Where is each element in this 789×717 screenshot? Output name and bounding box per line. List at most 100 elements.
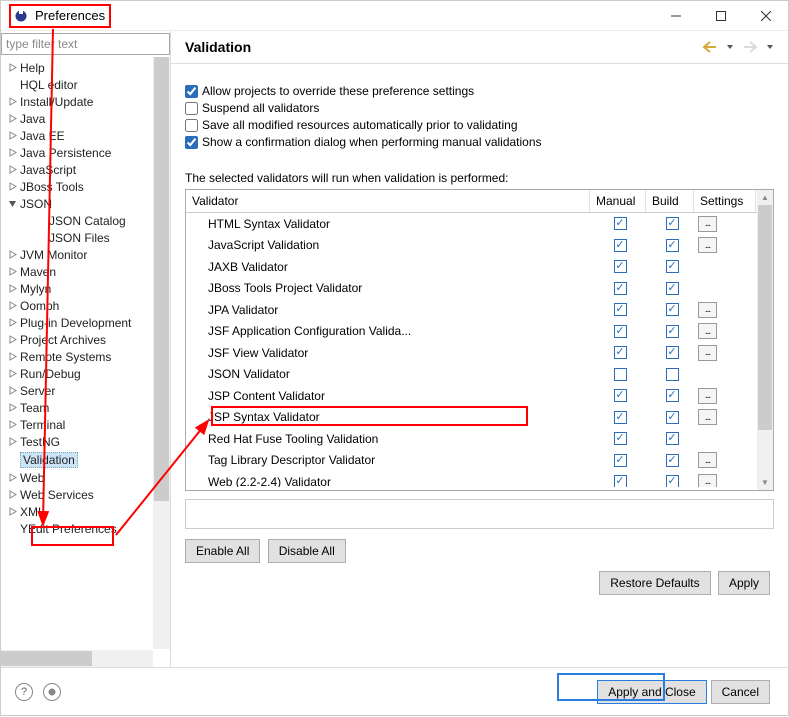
import-export-icon[interactable] <box>43 683 61 701</box>
manual-checkbox[interactable] <box>614 432 627 445</box>
sidebar-hscroll[interactable] <box>1 650 153 667</box>
chevron-right-icon[interactable] <box>6 472 18 484</box>
table-row[interactable]: JAXB Validator <box>186 256 773 278</box>
manual-checkbox[interactable] <box>614 454 627 467</box>
manual-checkbox[interactable] <box>614 260 627 273</box>
back-dropdown-icon[interactable] <box>722 39 738 55</box>
cancel-button[interactable]: Cancel <box>711 680 770 704</box>
tree-item[interactable]: Oomph <box>5 297 170 314</box>
build-checkbox[interactable] <box>666 454 679 467</box>
settings-button[interactable]: ... <box>698 323 717 339</box>
chevron-right-icon[interactable] <box>6 79 18 91</box>
chevron-right-icon[interactable] <box>6 385 18 397</box>
tree-item[interactable]: Java EE <box>5 127 170 144</box>
col-header-settings[interactable]: Settings <box>694 190 756 212</box>
tree-item[interactable]: Plug-in Development <box>5 314 170 331</box>
col-header-manual[interactable]: Manual <box>590 190 646 212</box>
chevron-right-icon[interactable] <box>6 113 18 125</box>
build-checkbox[interactable] <box>666 260 679 273</box>
tree-item[interactable]: Java Persistence <box>5 144 170 161</box>
build-checkbox[interactable] <box>666 325 679 338</box>
minimize-button[interactable] <box>653 2 698 30</box>
table-row[interactable]: JSON Validator <box>186 364 773 386</box>
manual-checkbox[interactable] <box>614 368 627 381</box>
settings-button[interactable]: ... <box>698 409 717 425</box>
build-checkbox[interactable] <box>666 411 679 424</box>
chevron-right-icon[interactable] <box>6 489 18 501</box>
settings-button[interactable]: ... <box>698 216 717 232</box>
forward-dropdown-icon[interactable] <box>762 39 778 55</box>
apply-and-close-button[interactable]: Apply and Close <box>597 680 706 704</box>
help-icon[interactable]: ? <box>15 683 33 701</box>
chevron-right-icon[interactable] <box>6 181 18 193</box>
tree-item[interactable]: Server <box>5 382 170 399</box>
tree-item[interactable]: JVM Monitor <box>5 246 170 263</box>
table-row[interactable]: JSP Content Validator... <box>186 385 773 407</box>
tree-item[interactable]: Web <box>5 469 170 486</box>
build-checkbox[interactable] <box>666 303 679 316</box>
apply-button[interactable]: Apply <box>718 571 770 595</box>
back-icon[interactable] <box>702 39 718 55</box>
chevron-right-icon[interactable] <box>6 419 18 431</box>
settings-button[interactable]: ... <box>698 345 717 361</box>
chevron-right-icon[interactable] <box>6 317 18 329</box>
enable-all-button[interactable]: Enable All <box>185 539 260 563</box>
settings-button[interactable]: ... <box>698 302 717 318</box>
chevron-right-icon[interactable] <box>6 249 18 261</box>
tree-item[interactable]: Help <box>5 59 170 76</box>
table-row[interactable]: JSF Application Configuration Valida....… <box>186 321 773 343</box>
chevron-right-icon[interactable] <box>6 283 18 295</box>
table-row[interactable]: JavaScript Validation... <box>186 235 773 257</box>
table-row[interactable]: JSF View Validator... <box>186 342 773 364</box>
table-vscroll[interactable]: ▲ ▼ <box>757 190 773 490</box>
restore-defaults-button[interactable]: Restore Defaults <box>599 571 710 595</box>
build-checkbox[interactable] <box>666 282 679 295</box>
chevron-right-icon[interactable] <box>6 506 18 518</box>
tree-item[interactable]: JavaScript <box>5 161 170 178</box>
chevron-right-icon[interactable] <box>6 351 18 363</box>
table-row[interactable]: Web (2.2-2.4) Validator... <box>186 471 773 487</box>
chevron-right-icon[interactable] <box>6 130 18 142</box>
option-checkbox[interactable] <box>185 119 198 132</box>
tree-item[interactable]: Team <box>5 399 170 416</box>
build-checkbox[interactable] <box>666 368 679 381</box>
chevron-right-icon[interactable] <box>6 300 18 312</box>
maximize-button[interactable] <box>698 2 743 30</box>
option-checkbox[interactable] <box>185 136 198 149</box>
tree-item[interactable]: Maven <box>5 263 170 280</box>
tree-item[interactable]: TestNG <box>5 433 170 450</box>
option-checkbox[interactable] <box>185 102 198 115</box>
chevron-right-icon[interactable] <box>6 334 18 346</box>
tree-item[interactable]: Install/Update <box>5 93 170 110</box>
build-checkbox[interactable] <box>666 239 679 252</box>
tree-item[interactable]: JBoss Tools <box>5 178 170 195</box>
tree-item[interactable]: JSON Catalog <box>5 212 170 229</box>
manual-checkbox[interactable] <box>614 239 627 252</box>
chevron-right-icon[interactable] <box>6 402 18 414</box>
chevron-right-icon[interactable] <box>6 164 18 176</box>
chevron-right-icon[interactable] <box>6 147 18 159</box>
manual-checkbox[interactable] <box>614 346 627 359</box>
chevron-right-icon[interactable] <box>6 523 18 535</box>
sidebar-vscroll[interactable] <box>153 57 170 649</box>
chevron-right-icon[interactable] <box>6 368 18 380</box>
tree-item[interactable]: YEdit Preferences <box>5 520 170 537</box>
manual-checkbox[interactable] <box>614 475 627 487</box>
chevron-right-icon[interactable] <box>6 436 18 448</box>
tree-item[interactable]: JSON Files <box>5 229 170 246</box>
settings-button[interactable]: ... <box>698 388 717 404</box>
col-header-build[interactable]: Build <box>646 190 694 212</box>
option-checkbox[interactable] <box>185 85 198 98</box>
chevron-right-icon[interactable] <box>6 96 18 108</box>
tree-item[interactable]: Run/Debug <box>5 365 170 382</box>
table-row[interactable]: JSP Syntax Validator... <box>186 407 773 429</box>
tree-item[interactable]: Terminal <box>5 416 170 433</box>
settings-button[interactable]: ... <box>698 474 717 487</box>
table-row[interactable]: JPA Validator... <box>186 299 773 321</box>
settings-button[interactable]: ... <box>698 452 717 468</box>
chevron-down-icon[interactable] <box>6 198 18 210</box>
tree-item[interactable]: Mylyn <box>5 280 170 297</box>
col-header-validator[interactable]: Validator <box>186 190 590 212</box>
table-row[interactable]: Tag Library Descriptor Validator... <box>186 450 773 472</box>
table-row[interactable]: HTML Syntax Validator... <box>186 213 773 235</box>
